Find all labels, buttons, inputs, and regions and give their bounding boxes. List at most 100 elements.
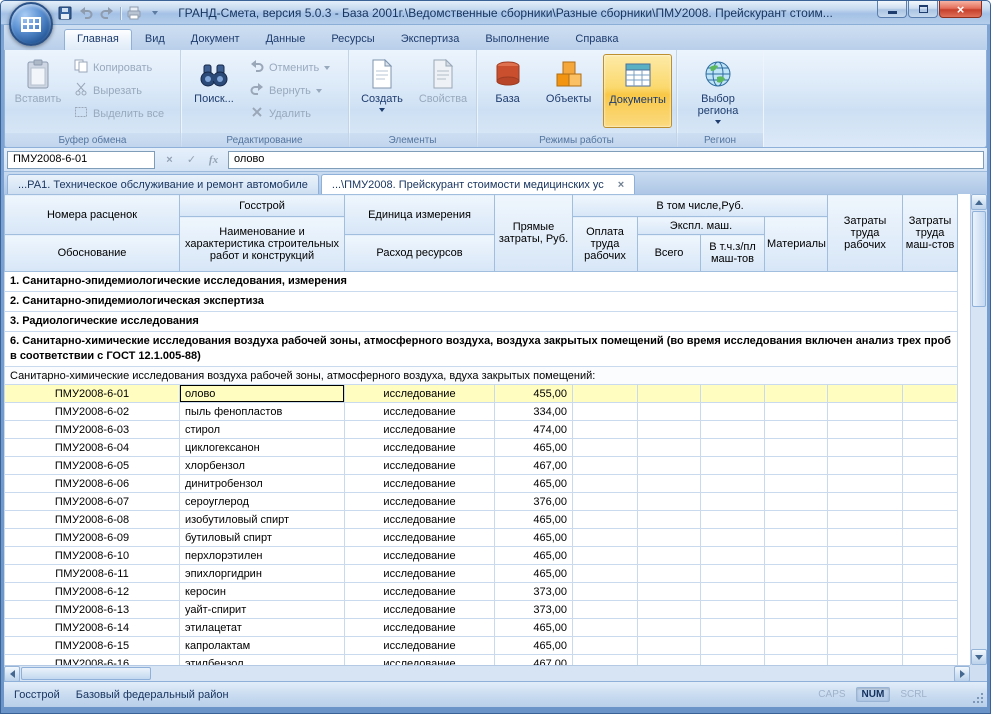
save-icon[interactable] <box>57 5 73 21</box>
ribbon-tab-view[interactable]: Вид <box>132 29 178 50</box>
cell-machines-total[interactable] <box>638 601 701 619</box>
cell-unit[interactable]: исследование <box>345 493 495 511</box>
cell-code[interactable]: ПМУ2008-6-02 <box>5 403 180 421</box>
base-mode-button[interactable]: База <box>481 54 534 128</box>
cell-labor-workers[interactable] <box>828 511 903 529</box>
cell-machines-labor[interactable] <box>701 601 765 619</box>
cell-unit[interactable]: исследование <box>345 565 495 583</box>
document-tab-ra1[interactable]: ...РА1. Техническое обслуживание и ремон… <box>7 174 319 194</box>
cell-materials[interactable] <box>765 583 828 601</box>
cell-machines-labor[interactable] <box>701 421 765 439</box>
vertical-scroll-thumb[interactable] <box>972 211 986 307</box>
scroll-right-button[interactable] <box>954 666 970 682</box>
cell-name[interactable]: эпихлоргидрин <box>180 565 345 583</box>
cell-code[interactable]: ПМУ2008-6-11 <box>5 565 180 583</box>
cell-machines-labor[interactable] <box>701 529 765 547</box>
cell-labor-workers[interactable] <box>828 529 903 547</box>
cancel-icon[interactable]: × <box>162 154 177 166</box>
cell-direct-costs[interactable]: 465,00 <box>495 475 573 493</box>
cell-direct-costs[interactable]: 376,00 <box>495 493 573 511</box>
scroll-down-button[interactable] <box>971 649 987 665</box>
cell-labor-workers[interactable] <box>828 583 903 601</box>
cell-labor-pay[interactable] <box>573 493 638 511</box>
cell-direct-costs[interactable]: 373,00 <box>495 583 573 601</box>
cell-materials[interactable] <box>765 565 828 583</box>
cell-machines-total[interactable] <box>638 385 701 403</box>
cell-name[interactable]: хлорбензол <box>180 457 345 475</box>
cell-materials[interactable] <box>765 439 828 457</box>
cell-name[interactable]: стирол <box>180 421 345 439</box>
cell-labor-workers[interactable] <box>828 385 903 403</box>
cell-name[interactable]: бутиловый спирт <box>180 529 345 547</box>
cell-labor-pay[interactable] <box>573 547 638 565</box>
redo-icon[interactable] <box>99 5 115 21</box>
cell-name[interactable]: керосин <box>180 583 345 601</box>
cell-machines-labor[interactable] <box>701 457 765 475</box>
cell-unit[interactable]: исследование <box>345 637 495 655</box>
cell-materials[interactable] <box>765 457 828 475</box>
ribbon-tab-expertise[interactable]: Экспертиза <box>388 29 473 50</box>
cell-name[interactable]: циклогексанон <box>180 439 345 457</box>
cell-direct-costs[interactable]: 465,00 <box>495 619 573 637</box>
cell-direct-costs[interactable]: 334,00 <box>495 403 573 421</box>
cell-labor-pay[interactable] <box>573 601 638 619</box>
document-tab-pmu2008[interactable]: ...\ПМУ2008. Прейскурант стоимости медиц… <box>321 174 635 194</box>
cell-labor-workers[interactable] <box>828 403 903 421</box>
cell-materials[interactable] <box>765 511 828 529</box>
cell-labor-pay[interactable] <box>573 637 638 655</box>
cell-direct-costs[interactable]: 467,00 <box>495 655 573 666</box>
cell-machines-total[interactable] <box>638 439 701 457</box>
scroll-up-button[interactable] <box>971 194 987 210</box>
create-button[interactable]: Создать <box>353 54 411 128</box>
cell-unit[interactable]: исследование <box>345 421 495 439</box>
cell-labor-pay[interactable] <box>573 529 638 547</box>
confirm-icon[interactable]: ✓ <box>184 153 199 166</box>
cell-unit[interactable]: исследование <box>345 547 495 565</box>
horizontal-scroll-thumb[interactable] <box>21 667 151 680</box>
cell-materials[interactable] <box>765 655 828 666</box>
cell-machines-total[interactable] <box>638 583 701 601</box>
paste-button[interactable]: Вставить <box>9 54 67 128</box>
cut-button[interactable]: Вырезать <box>70 80 170 101</box>
cell-machines-labor[interactable] <box>701 637 765 655</box>
cell-machines-total[interactable] <box>638 619 701 637</box>
cell-name[interactable]: сероуглерод <box>180 493 345 511</box>
cell-labor-machinists[interactable] <box>903 457 958 475</box>
cell-code[interactable]: ПМУ2008-6-12 <box>5 583 180 601</box>
tab-close-icon[interactable]: × <box>618 179 624 191</box>
cell-labor-workers[interactable] <box>828 565 903 583</box>
cell-materials[interactable] <box>765 403 828 421</box>
cell-materials[interactable] <box>765 421 828 439</box>
cell-direct-costs[interactable]: 465,00 <box>495 637 573 655</box>
cell-labor-machinists[interactable] <box>903 475 958 493</box>
formula-value-input[interactable]: олово <box>228 151 984 169</box>
cell-direct-costs[interactable]: 465,00 <box>495 547 573 565</box>
cell-materials[interactable] <box>765 529 828 547</box>
cell-unit[interactable]: исследование <box>345 457 495 475</box>
cell-unit[interactable]: исследование <box>345 601 495 619</box>
cell-labor-pay[interactable] <box>573 385 638 403</box>
cell-code[interactable]: ПМУ2008-6-10 <box>5 547 180 565</box>
section-title-cell[interactable]: 3. Радиологические исследования <box>5 312 958 332</box>
cell-machines-total[interactable] <box>638 529 701 547</box>
cell-machines-total[interactable] <box>638 493 701 511</box>
ribbon-tab-help[interactable]: Справка <box>562 29 631 50</box>
cell-unit[interactable]: исследование <box>345 511 495 529</box>
cell-labor-workers[interactable] <box>828 421 903 439</box>
horizontal-scrollbar[interactable] <box>4 665 970 681</box>
cell-labor-workers[interactable] <box>828 637 903 655</box>
cell-labor-machinists[interactable] <box>903 547 958 565</box>
cell-unit[interactable]: исследование <box>345 655 495 666</box>
cell-direct-costs[interactable]: 465,00 <box>495 529 573 547</box>
cell-code[interactable]: ПМУ2008-6-15 <box>5 637 180 655</box>
app-menu-button[interactable] <box>9 2 53 46</box>
cell-materials[interactable] <box>765 547 828 565</box>
cell-labor-machinists[interactable] <box>903 529 958 547</box>
ribbon-tab-data[interactable]: Данные <box>253 29 319 50</box>
cell-direct-costs[interactable]: 465,00 <box>495 439 573 457</box>
cell-machines-labor[interactable] <box>701 547 765 565</box>
cell-machines-labor[interactable] <box>701 493 765 511</box>
cell-code[interactable]: ПМУ2008-6-08 <box>5 511 180 529</box>
cell-machines-total[interactable] <box>638 511 701 529</box>
cell-labor-workers[interactable] <box>828 619 903 637</box>
